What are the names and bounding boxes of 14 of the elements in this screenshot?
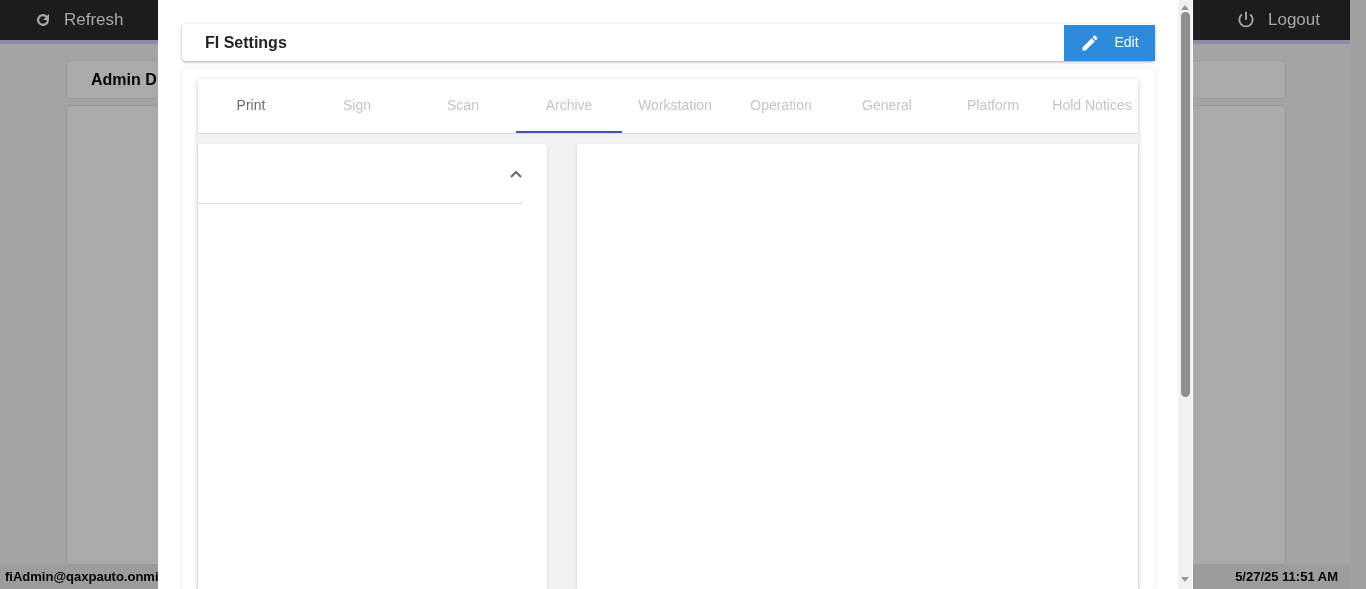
logout-button[interactable]: Logout	[1236, 7, 1320, 33]
edit-button[interactable]: Edit	[1064, 24, 1155, 61]
scrollbar[interactable]	[1350, 0, 1366, 589]
card-title: Admin D	[91, 69, 157, 90]
user-email: fiAdmin@qaxpauto.onmi	[5, 568, 159, 587]
refresh-icon	[34, 11, 52, 29]
date-time: 5/27/25 11:51 AM	[1235, 568, 1338, 587]
scroll-thumb[interactable]	[1180, 12, 1190, 397]
scroll-down-icon[interactable]	[1181, 577, 1189, 582]
dialog-title: FI Settings	[205, 32, 287, 53]
power-icon	[1236, 10, 1256, 30]
dialog-scrollbar[interactable]	[1178, 0, 1192, 589]
tab[interactable]: Print	[198, 79, 304, 133]
refresh-button[interactable]: Refresh	[34, 7, 124, 33]
